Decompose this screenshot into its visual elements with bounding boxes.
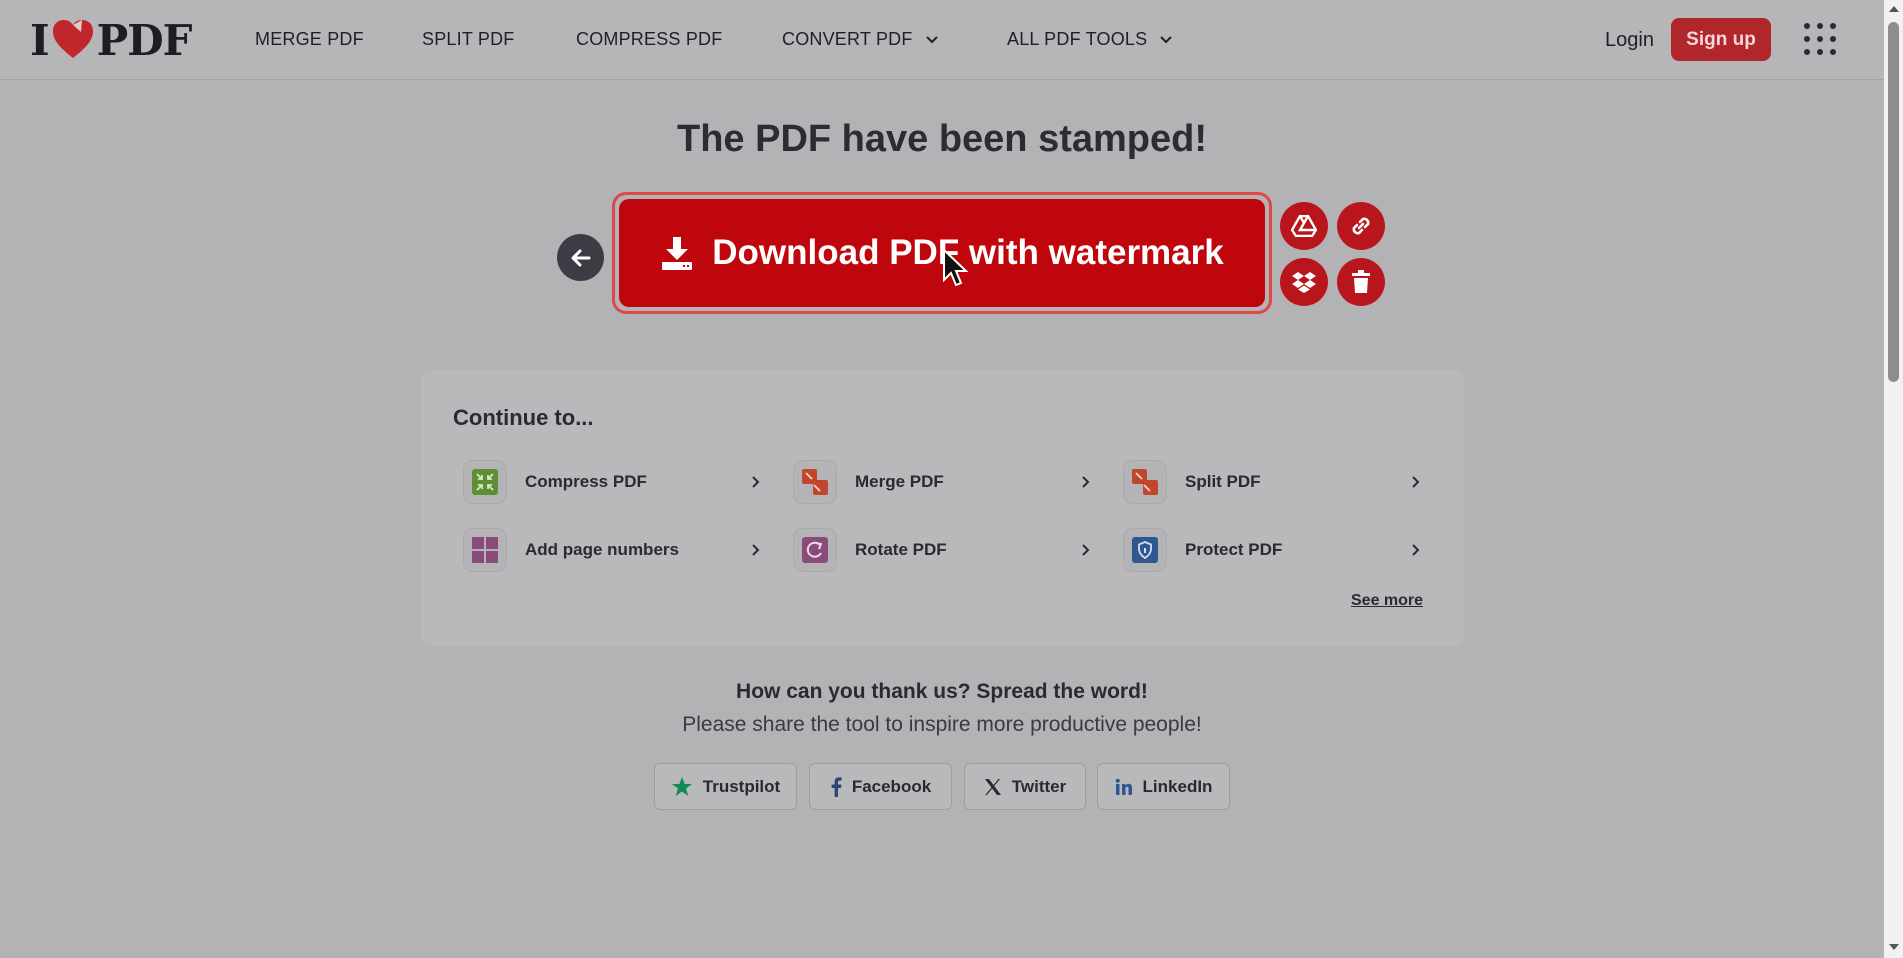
link-icon <box>1352 217 1370 235</box>
trustpilot-button[interactable]: Trustpilot <box>654 763 797 810</box>
ilovepdf-logo[interactable]: I PDF <box>30 15 193 65</box>
tool-label: Split PDF <box>1185 472 1261 491</box>
heart-icon <box>52 20 93 58</box>
continue-merge-pdf[interactable]: Merge PDF <box>793 460 1093 504</box>
google-drive-button[interactable] <box>1280 202 1328 250</box>
back-button[interactable] <box>557 234 604 281</box>
nav-label: MERGE PDF <box>255 29 364 49</box>
nav-label: ALL PDF TOOLS <box>1007 29 1148 49</box>
twitter-button[interactable]: Twitter <box>964 763 1086 810</box>
linkedin-icon <box>1115 778 1132 795</box>
tool-label: Protect PDF <box>1185 540 1283 559</box>
logo-text: PDF <box>96 15 193 65</box>
chevron-right-icon <box>1412 476 1420 488</box>
top-navbar: I PDF MERGE PDF SPLIT PDF COMPRESS PDF C… <box>0 0 1884 80</box>
nav-all-pdf-tools[interactable]: ALL PDF TOOLS <box>1007 29 1173 50</box>
tool-icon-wrap <box>463 528 507 572</box>
google-drive-icon <box>1291 215 1317 237</box>
dropbox-button[interactable] <box>1280 258 1328 306</box>
download-icon <box>662 237 693 270</box>
scroll-thumb[interactable] <box>1888 22 1899 382</box>
continue-add-page-numbers[interactable]: Add page numbers <box>463 528 763 572</box>
star-icon <box>671 776 692 796</box>
x-twitter-icon <box>984 778 1001 795</box>
tool-icon-wrap <box>463 460 507 504</box>
tool-label: Compress PDF <box>525 472 647 491</box>
tool-label: Add page numbers <box>525 540 679 559</box>
trash-icon <box>1352 270 1370 293</box>
chevron-down-icon <box>1160 35 1173 43</box>
tool-label: Rotate PDF <box>855 540 947 559</box>
delete-button[interactable] <box>1337 258 1385 306</box>
chevron-right-icon <box>752 544 760 556</box>
share-subtitle: Please share the tool to inspire more pr… <box>682 713 1202 736</box>
signup-button[interactable]: Sign up <box>1671 18 1771 61</box>
nav-merge-pdf[interactable]: MERGE PDF <box>255 29 364 50</box>
page-title: The PDF have been stamped! <box>676 118 1207 160</box>
protect-icon <box>1132 537 1158 563</box>
apps-grid-icon[interactable] <box>1803 22 1837 56</box>
continue-compress-pdf[interactable]: Compress PDF <box>463 460 763 504</box>
social-label: Facebook <box>851 776 932 796</box>
tool-label: Merge PDF <box>855 472 944 491</box>
arrow-left-icon <box>571 249 590 266</box>
tool-icon-wrap <box>1123 460 1167 504</box>
logo-letter: I <box>30 15 50 65</box>
continue-protect-pdf[interactable]: Protect PDF <box>1123 528 1423 572</box>
merge-icon <box>802 469 828 495</box>
page-scrollbar[interactable] <box>1884 0 1903 958</box>
continue-split-pdf[interactable]: Split PDF <box>1123 460 1423 504</box>
continue-to-card: Continue to... Compress PDF Merge PDF Sp… <box>421 370 1464 646</box>
nav-convert-pdf[interactable]: CONVERT PDF <box>782 29 939 50</box>
social-label: LinkedIn <box>1142 776 1213 796</box>
nav-label: COMPRESS PDF <box>576 29 723 49</box>
rotate-icon <box>802 537 828 563</box>
continue-title: Continue to... <box>453 405 594 430</box>
nav-label: SPLIT PDF <box>422 29 515 49</box>
mouse-cursor-icon <box>943 248 969 287</box>
nav-compress-pdf[interactable]: COMPRESS PDF <box>576 29 722 50</box>
share-link-button[interactable] <box>1337 202 1385 250</box>
social-label: Trustpilot <box>702 776 781 796</box>
tool-icon-wrap <box>1123 528 1167 572</box>
continue-rotate-pdf[interactable]: Rotate PDF <box>793 528 1093 572</box>
chevron-right-icon <box>1082 544 1090 556</box>
dropbox-icon <box>1292 272 1316 293</box>
chevron-down-icon <box>925 35 938 43</box>
tool-icon-wrap <box>793 528 837 572</box>
chevron-right-icon <box>1082 476 1090 488</box>
facebook-button[interactable]: Facebook <box>809 763 952 810</box>
thank-heading: How can you thank us? Spread the word! <box>736 680 1148 703</box>
nav-split-pdf[interactable]: SPLIT PDF <box>422 29 515 50</box>
tool-icon-wrap <box>793 460 837 504</box>
chevron-right-icon <box>1412 544 1420 556</box>
page-numbers-icon <box>472 537 498 563</box>
compress-icon <box>472 469 498 495</box>
linkedin-button[interactable]: LinkedIn <box>1097 763 1230 810</box>
split-icon <box>1132 469 1158 495</box>
facebook-icon <box>831 776 842 797</box>
scroll-down-arrow[interactable] <box>1889 944 1899 950</box>
nav-label: CONVERT PDF <box>782 29 913 49</box>
see-more-link[interactable]: See more <box>1351 592 1423 610</box>
social-label: Twitter <box>1011 776 1067 796</box>
scroll-up-arrow[interactable] <box>1889 6 1899 12</box>
chevron-right-icon <box>752 476 760 488</box>
login-link[interactable]: Login <box>1605 29 1654 52</box>
